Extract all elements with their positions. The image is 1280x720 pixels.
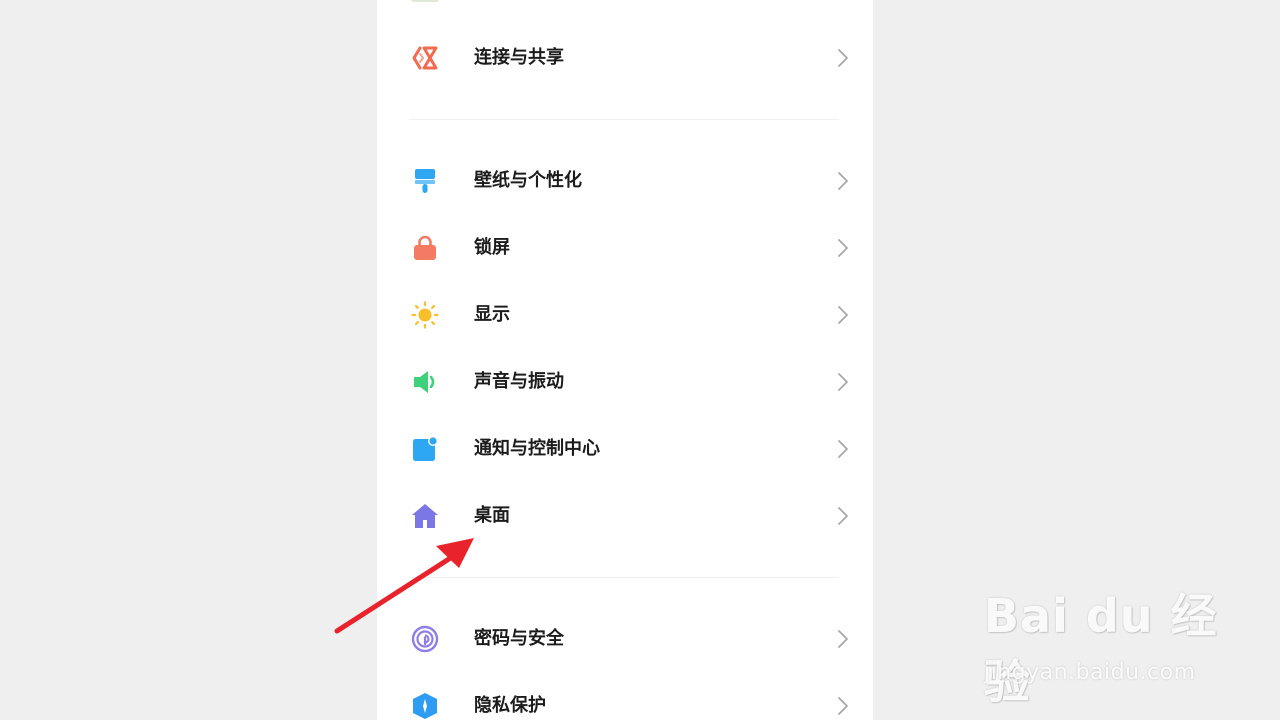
chevron-right-icon xyxy=(835,170,851,192)
settings-item-label: 壁纸与个性化 xyxy=(474,170,582,191)
brush-icon xyxy=(411,167,439,195)
settings-item-privacy[interactable]: 隐私保护 xyxy=(377,672,873,720)
settings-screen: 连接与共享 壁纸与个性化 锁屏 显示 声音与振动 通知与控制中心 桌面 密码与安… xyxy=(377,0,873,720)
settings-item-connection-sharing[interactable]: 连接与共享 xyxy=(377,24,873,91)
notification-icon xyxy=(411,435,439,463)
chevron-right-icon xyxy=(835,371,851,393)
chevron-right-icon xyxy=(835,438,851,460)
settings-item-lock-screen[interactable]: 锁屏 xyxy=(377,214,873,281)
sun-icon xyxy=(411,301,439,329)
chevron-right-icon xyxy=(835,237,851,259)
watermark-logo: Bai du 经验 xyxy=(984,589,1218,709)
settings-item-label: 隐私保护 xyxy=(474,695,546,716)
settings-item-label: 通知与控制中心 xyxy=(474,438,600,459)
watermark: Bai du 经验 jingyan.baidu.com xyxy=(980,580,1220,709)
settings-item-display[interactable]: 显示 xyxy=(377,281,873,348)
chevron-right-icon xyxy=(835,505,851,527)
settings-item-notifications[interactable]: 通知与控制中心 xyxy=(377,415,873,482)
settings-item-label: 连接与共享 xyxy=(474,47,564,68)
settings-item-label: 声音与振动 xyxy=(474,371,564,392)
share-icon xyxy=(411,44,439,72)
chevron-right-icon xyxy=(835,304,851,326)
chevron-right-icon xyxy=(835,628,851,650)
settings-item-label: 桌面 xyxy=(474,505,510,526)
section-divider xyxy=(409,577,839,578)
lock-icon xyxy=(411,234,439,262)
fingerprint-icon xyxy=(411,625,439,653)
chevron-right-icon xyxy=(835,47,851,69)
partial-row-icon xyxy=(411,0,439,2)
settings-item-home-screen[interactable]: 桌面 xyxy=(377,482,873,549)
settings-item-label: 锁屏 xyxy=(474,237,510,258)
chevron-right-icon xyxy=(835,695,851,717)
settings-item-wallpaper[interactable]: 壁纸与个性化 xyxy=(377,147,873,214)
settings-item-password-security[interactable]: 密码与安全 xyxy=(377,605,873,672)
privacy-icon xyxy=(411,692,439,720)
settings-item-sound[interactable]: 声音与振动 xyxy=(377,348,873,415)
section-divider xyxy=(409,119,839,120)
speaker-icon xyxy=(411,368,439,396)
settings-item-label: 显示 xyxy=(474,304,510,325)
settings-item-label: 密码与安全 xyxy=(474,628,564,649)
watermark-url: jingyan.baidu.com xyxy=(984,660,1196,685)
home-icon xyxy=(411,502,439,530)
